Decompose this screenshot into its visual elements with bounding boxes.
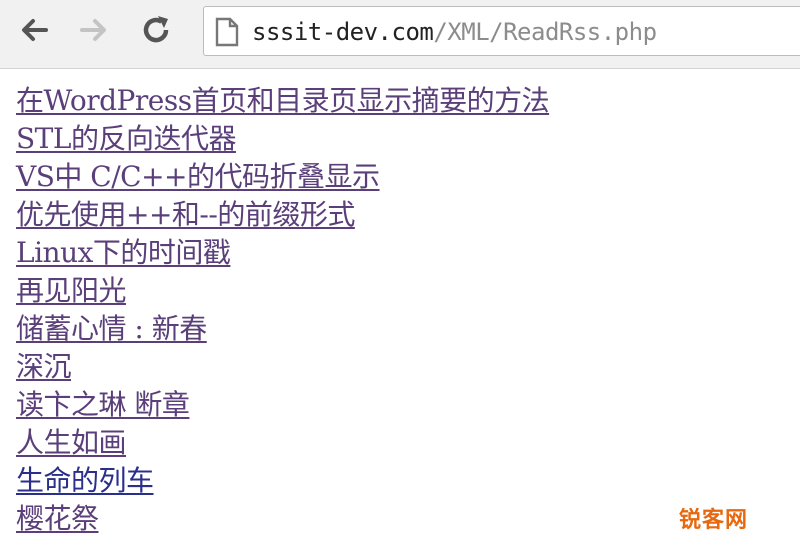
list-item-link[interactable]: STL的反向迭代器 <box>16 120 800 158</box>
list-item-link[interactable]: 优先使用++和--的前缀形式 <box>16 196 800 234</box>
list-item-link[interactable]: 深沉 <box>16 348 800 386</box>
list-item-link[interactable]: 再见阳光 <box>16 272 800 310</box>
list-item-link[interactable]: 读卞之琳 断章 <box>16 386 800 424</box>
page-icon <box>214 17 240 51</box>
back-arrow-icon <box>22 19 48 41</box>
list-item-link[interactable]: 人生如画 <box>16 424 800 462</box>
address-bar[interactable]: sssit-dev.com/XML/ReadRss.php <box>203 6 800 56</box>
list-item-link[interactable]: 储蓄心情 : 新春 <box>16 310 800 348</box>
list-item-link[interactable]: 在WordPress首页和目录页显示摘要的方法 <box>16 82 800 120</box>
rss-title-list: 在WordPress首页和目录页显示摘要的方法 STL的反向迭代器 VS中 C/… <box>16 82 800 538</box>
list-item-link[interactable]: Linux下的时间戳 <box>16 234 800 272</box>
reload-icon <box>143 16 169 43</box>
forward-button[interactable] <box>72 8 116 52</box>
list-item-link[interactable]: 生命的列车 <box>16 462 800 500</box>
back-button[interactable] <box>12 8 56 52</box>
list-item-link[interactable]: VS中 C/C++的代码折叠显示 <box>16 158 800 196</box>
browser-toolbar: sssit-dev.com/XML/ReadRss.php <box>0 0 800 69</box>
url-path: /XML/ReadRss.php <box>433 18 657 46</box>
url-host: sssit-dev.com <box>252 18 434 46</box>
watermark-logo: 锐客网 <box>678 508 748 533</box>
url-text[interactable]: sssit-dev.com/XML/ReadRss.php <box>252 15 657 49</box>
forward-arrow-icon <box>80 19 106 41</box>
reload-button[interactable] <box>134 8 178 52</box>
